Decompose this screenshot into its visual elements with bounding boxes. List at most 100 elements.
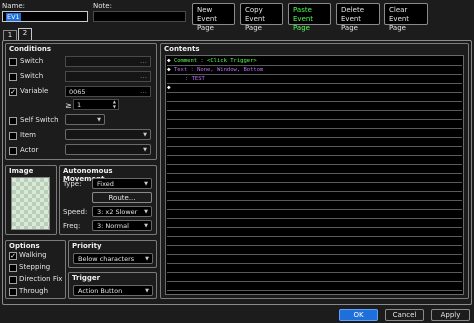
- trigger-title: Trigger: [72, 274, 101, 282]
- row-text: : TEST: [185, 76, 205, 82]
- variable-label: Variable: [20, 87, 49, 95]
- self-switch-select[interactable]: ▼: [65, 114, 105, 125]
- empty-row[interactable]: [167, 264, 462, 273]
- trigger-select[interactable]: Action Button ▼: [73, 285, 153, 296]
- switch2-label: Switch: [20, 72, 44, 80]
- empty-row[interactable]: [167, 246, 462, 255]
- empty-row[interactable]: [167, 273, 462, 282]
- empty-row[interactable]: [167, 255, 462, 264]
- empty-row[interactable]: [167, 93, 462, 102]
- through-label: Through: [19, 287, 49, 295]
- contents-list[interactable]: ◆ Comment : <Click Trigger> ◆ Text : Non…: [165, 55, 464, 295]
- chevron-down-icon: ▼: [145, 288, 149, 294]
- tab-page-1[interactable]: 1: [3, 30, 17, 40]
- row-text: Text : None, Window, Bottom: [173, 67, 264, 73]
- switch2-select[interactable]: …: [65, 71, 151, 82]
- chevron-down-icon: ▼: [143, 147, 147, 153]
- conditions-title: Conditions: [9, 45, 52, 53]
- freq-value: 3: Normal: [97, 222, 129, 230]
- apply-button[interactable]: Apply: [431, 309, 470, 321]
- variable-checkbox[interactable]: ✓: [9, 88, 17, 96]
- row-marker-icon: ◆: [167, 57, 171, 64]
- empty-row[interactable]: [167, 147, 462, 156]
- image-title: Image: [9, 167, 34, 175]
- empty-row[interactable]: [167, 210, 462, 219]
- freq-select[interactable]: 3: Normal ▼: [92, 220, 152, 231]
- stepping-checkbox[interactable]: [9, 264, 17, 272]
- self-switch-checkbox[interactable]: [9, 117, 17, 125]
- cancel-button[interactable]: Cancel: [385, 309, 424, 321]
- ok-button[interactable]: OK: [339, 309, 378, 321]
- note-input[interactable]: [93, 11, 186, 22]
- copy-event-page-button[interactable]: Copy Event Page: [240, 3, 283, 32]
- row-text: Comment : <Click Trigger>: [173, 58, 257, 64]
- route-button[interactable]: Route...: [92, 192, 152, 203]
- chevron-down-icon: ▼: [97, 117, 101, 123]
- priority-value: Below characters: [78, 255, 135, 263]
- speed-label: Speed:: [63, 208, 88, 216]
- variable-select[interactable]: 0065…: [65, 86, 151, 97]
- list-item[interactable]: ◆: [167, 84, 462, 93]
- chevron-down-icon: ▼: [144, 223, 148, 229]
- switch2-checkbox[interactable]: [9, 73, 17, 81]
- speed-select[interactable]: 3: x2 Slower ▼: [92, 206, 152, 217]
- speed-value: 3: x2 Slower: [97, 208, 138, 216]
- switch1-checkbox[interactable]: [9, 58, 17, 66]
- switch1-select[interactable]: …: [65, 56, 151, 67]
- priority-select[interactable]: Below characters ▼: [73, 253, 153, 264]
- stepping-label: Stepping: [19, 263, 51, 271]
- actor-label: Actor: [20, 146, 39, 154]
- name-input[interactable]: EV1: [2, 11, 88, 22]
- self-switch-label: Self Switch: [20, 116, 59, 124]
- variable-number-value: 1: [77, 101, 82, 109]
- delete-event-page-button[interactable]: Delete Event Page: [336, 3, 380, 32]
- empty-row[interactable]: [167, 129, 462, 138]
- actor-select[interactable]: ▼: [65, 144, 151, 155]
- empty-row[interactable]: [167, 192, 462, 201]
- chevron-down-icon: ▼: [143, 132, 147, 138]
- row-marker-icon: ◆: [167, 84, 171, 91]
- switch1-label: Switch: [20, 57, 44, 65]
- item-checkbox[interactable]: [9, 132, 17, 140]
- row-marker-icon: ◆: [167, 66, 171, 73]
- note-label: Note:: [93, 2, 112, 10]
- direction-fix-label: Direction Fix: [19, 275, 63, 283]
- empty-row[interactable]: [167, 228, 462, 237]
- empty-row[interactable]: [167, 156, 462, 165]
- empty-row[interactable]: [167, 237, 462, 246]
- list-item[interactable]: : TEST: [167, 75, 462, 84]
- type-select[interactable]: Fixed ▼: [92, 178, 152, 189]
- empty-row[interactable]: [167, 102, 462, 111]
- empty-row[interactable]: [167, 111, 462, 120]
- variable-number-input[interactable]: 1 ▲ ▼: [73, 99, 119, 110]
- clear-event-page-button[interactable]: Clear Event Page: [384, 3, 428, 32]
- paste-event-page-button[interactable]: Paste Event Page: [288, 3, 331, 32]
- empty-row[interactable]: [167, 219, 462, 228]
- event-image-preview[interactable]: [11, 177, 50, 230]
- direction-fix-checkbox[interactable]: [9, 276, 17, 284]
- freq-label: Freq:: [63, 222, 81, 230]
- empty-row[interactable]: [167, 183, 462, 192]
- empty-row[interactable]: [167, 165, 462, 174]
- options-title: Options: [9, 242, 40, 250]
- list-item[interactable]: ◆ Text : None, Window, Bottom: [167, 66, 462, 75]
- variable-operator: ≥: [65, 101, 72, 110]
- empty-row[interactable]: [167, 201, 462, 210]
- new-event-page-button[interactable]: New Event Page: [192, 3, 235, 32]
- empty-row[interactable]: [167, 120, 462, 129]
- item-select[interactable]: ▼: [65, 129, 151, 140]
- through-checkbox[interactable]: [9, 288, 17, 296]
- actor-checkbox[interactable]: [9, 147, 17, 155]
- spin-arrows-icon[interactable]: ▲ ▼: [113, 100, 116, 109]
- tab-page-2[interactable]: 2: [18, 28, 32, 40]
- empty-row[interactable]: [167, 282, 462, 291]
- empty-row[interactable]: [167, 138, 462, 147]
- empty-row[interactable]: [167, 174, 462, 183]
- chevron-down-icon: ▼: [145, 256, 149, 262]
- priority-title: Priority: [72, 242, 102, 250]
- trigger-value: Action Button: [78, 287, 123, 295]
- walking-checkbox[interactable]: ✓: [9, 252, 17, 260]
- name-value: EV1: [6, 13, 21, 21]
- empty-row[interactable]: [167, 291, 462, 294]
- list-item[interactable]: ◆ Comment : <Click Trigger>: [167, 57, 462, 66]
